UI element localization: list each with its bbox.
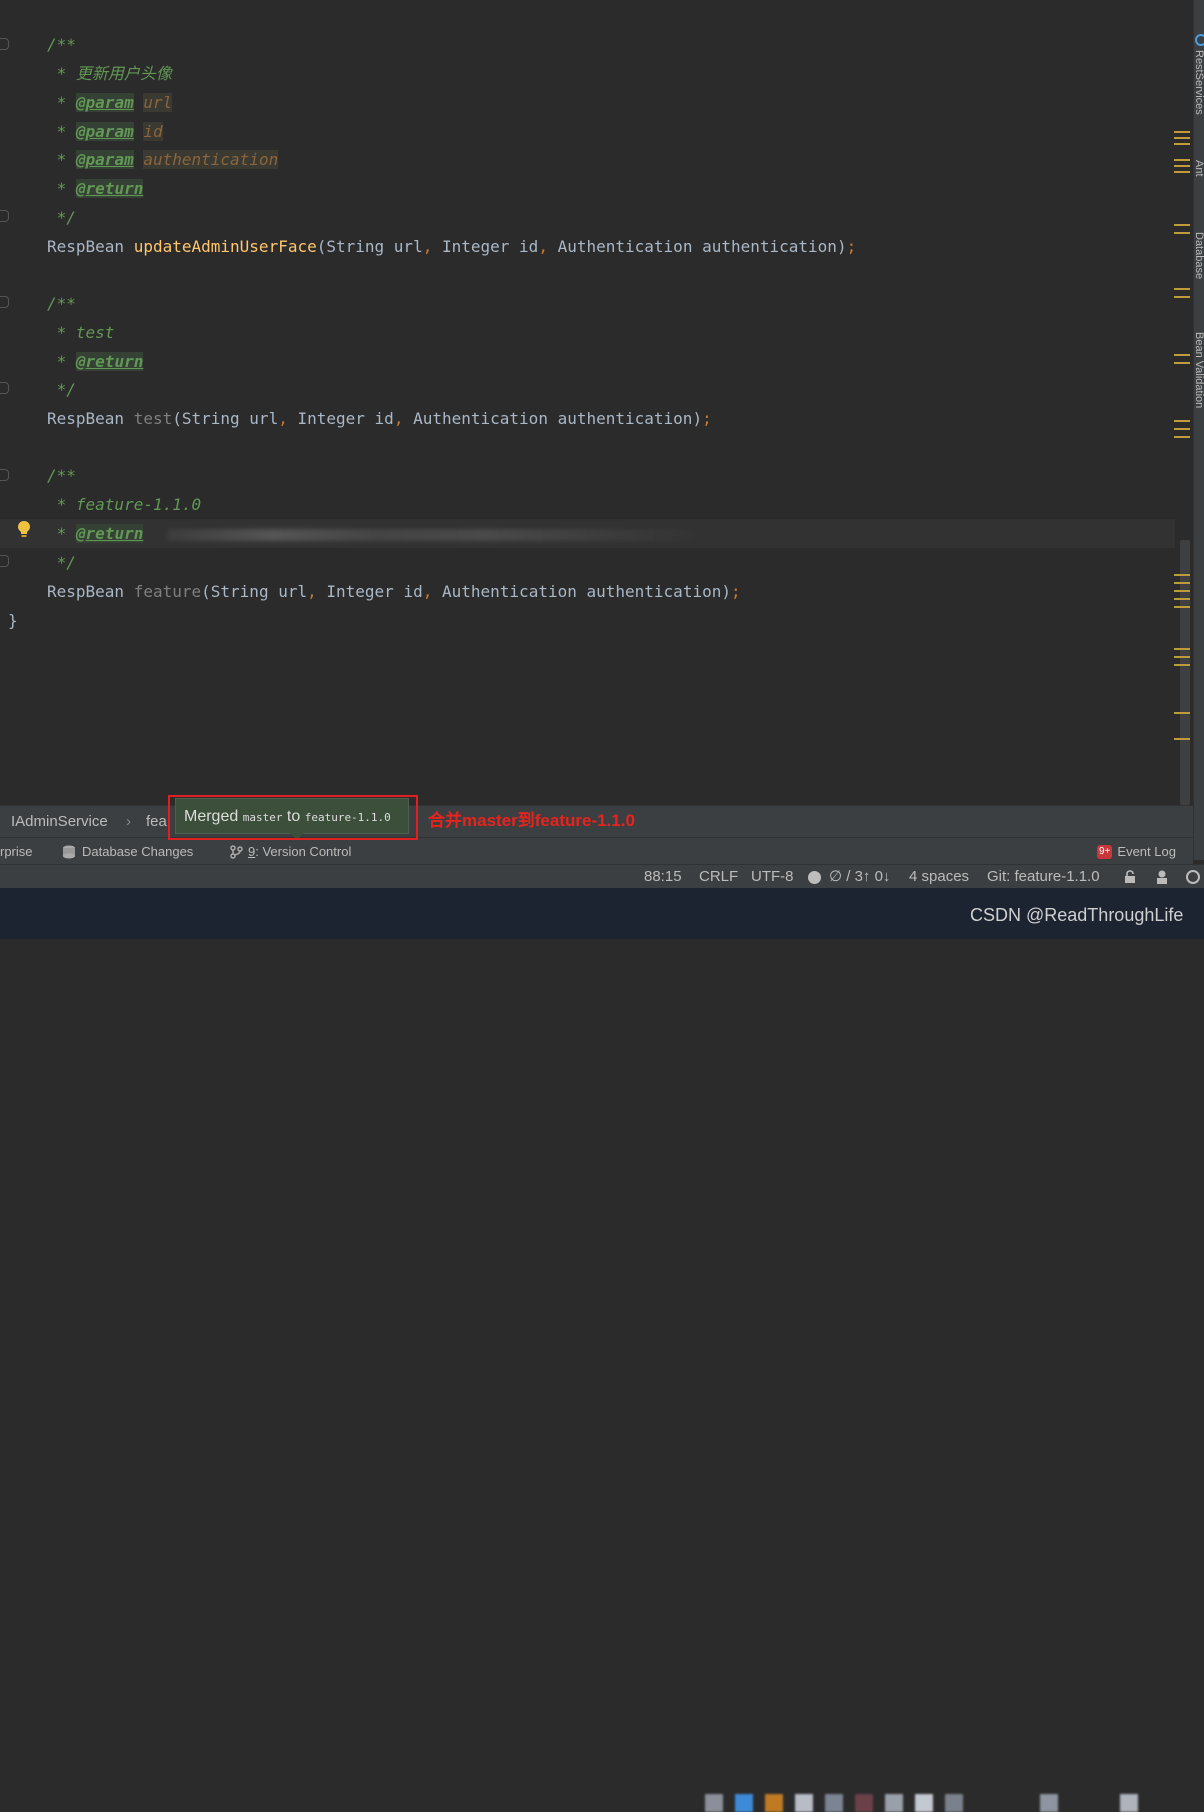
- code-line: * 更新用户头像: [47, 64, 172, 83]
- code-line: /**: [47, 294, 76, 313]
- warning-marker[interactable]: [1174, 362, 1190, 364]
- branch-icon: [230, 844, 243, 859]
- taskbar-app-icon[interactable]: [765, 1794, 783, 1812]
- warning-marker[interactable]: [1174, 428, 1190, 430]
- code-line: */: [47, 208, 76, 227]
- warning-marker[interactable]: [1174, 131, 1190, 133]
- warning-marker[interactable]: [1174, 296, 1190, 298]
- scrollbar-thumb[interactable]: [1180, 540, 1190, 805]
- code-line: * @return: [47, 519, 698, 548]
- warning-marker[interactable]: [1174, 171, 1190, 173]
- code-editor[interactable]: /** * 更新用户头像 * @param url * @param id * …: [0, 0, 1175, 805]
- lock-icon[interactable]: [1123, 870, 1137, 884]
- warning-marker[interactable]: [1174, 288, 1190, 290]
- code-line: * feature-1.1.0: [47, 495, 202, 514]
- lightbulb-icon[interactable]: [17, 520, 31, 538]
- memory-indicator-icon[interactable]: [1185, 869, 1201, 885]
- event-log-badge: 9+: [1097, 844, 1113, 859]
- taskbar-app-icon[interactable]: [855, 1794, 873, 1812]
- warning-marker[interactable]: [1174, 590, 1190, 592]
- closing-brace: }: [8, 611, 18, 630]
- code-line: */: [47, 553, 76, 572]
- tab-bean-validation[interactable]: Bean Validation: [1194, 332, 1204, 408]
- fold-marker[interactable]: [0, 555, 9, 567]
- code-line: * @param id: [47, 122, 163, 141]
- warning-marker[interactable]: [1174, 143, 1190, 145]
- vcs-counts[interactable]: ∅ / 3↑ 0↓: [829, 865, 890, 889]
- method-declaration: RespBean feature(String url, Integer id,…: [47, 582, 741, 601]
- file-encoding[interactable]: UTF-8: [751, 865, 794, 889]
- warning-marker[interactable]: [1174, 574, 1190, 576]
- warning-marker[interactable]: [1174, 598, 1190, 600]
- annotation-text: 合并master到feature-1.1.0: [428, 811, 635, 830]
- code-line: * @return: [47, 179, 144, 198]
- event-log-button[interactable]: 9+ Event Log: [1097, 838, 1176, 865]
- watermark: CSDN @ReadThroughLife: [970, 905, 1184, 925]
- blurred-inlay-hint: [167, 528, 698, 541]
- vcs-status-icon: [808, 871, 821, 884]
- indent-setting[interactable]: 4 spaces: [909, 865, 969, 889]
- warning-marker[interactable]: [1174, 648, 1190, 650]
- taskbar-app-icon[interactable]: [735, 1794, 753, 1812]
- warning-marker[interactable]: [1174, 656, 1190, 658]
- fold-marker[interactable]: [0, 38, 9, 50]
- warning-marker[interactable]: [1174, 165, 1190, 167]
- breadcrumb-item[interactable]: fea: [146, 806, 167, 838]
- version-control-label: 9: Version Control: [248, 844, 352, 859]
- highlight-box: [168, 795, 418, 840]
- code-line: * @param url: [47, 93, 173, 112]
- taskbar-app-icon[interactable]: [825, 1794, 843, 1812]
- warning-marker[interactable]: [1174, 137, 1190, 139]
- rest-services-icon[interactable]: [1195, 34, 1204, 46]
- tab-ant[interactable]: Ant: [1194, 160, 1204, 177]
- right-tool-strip: RestServices Ant Database Bean Validatio…: [1193, 0, 1204, 860]
- warning-marker[interactable]: [1174, 420, 1190, 422]
- line-separator[interactable]: CRLF: [699, 865, 738, 889]
- tab-rest-services[interactable]: RestServices: [1194, 50, 1204, 115]
- code-line: /**: [47, 35, 76, 54]
- taskbar-app-icon[interactable]: [1040, 1794, 1058, 1812]
- code-line: * @param authentication: [47, 150, 279, 169]
- warning-marker[interactable]: [1174, 738, 1190, 740]
- code-line: */: [47, 380, 76, 399]
- fold-marker[interactable]: [0, 210, 9, 222]
- method-declaration: RespBean test(String url, Integer id, Au…: [47, 409, 712, 428]
- caret-position[interactable]: 88:15: [644, 865, 682, 889]
- code-line: * test: [47, 323, 115, 342]
- warning-marker[interactable]: [1174, 159, 1190, 161]
- tool-window-bar: rprise Database Changes 9: Version Contr…: [0, 837, 1193, 865]
- version-control-button[interactable]: 9: Version Control: [230, 838, 351, 865]
- database-changes-label: Database Changes: [82, 844, 194, 859]
- database-changes-button[interactable]: Database Changes: [62, 838, 193, 865]
- fold-marker[interactable]: [0, 296, 9, 308]
- taskbar-app-icon[interactable]: [885, 1794, 903, 1812]
- warning-marker[interactable]: [1174, 664, 1190, 666]
- taskbar-app-icon[interactable]: [705, 1794, 723, 1812]
- taskbar-app-icon[interactable]: [1120, 1794, 1138, 1812]
- tab-database[interactable]: Database: [1194, 232, 1204, 279]
- warning-marker[interactable]: [1174, 354, 1190, 356]
- warning-marker[interactable]: [1174, 582, 1190, 584]
- fold-marker[interactable]: [0, 469, 9, 481]
- warning-marker[interactable]: [1174, 224, 1190, 226]
- method-declaration: RespBean updateAdminUserFace(String url,…: [47, 237, 857, 256]
- status-bar: 88:15 CRLF UTF-8 ∅ / 3↑ 0↓ 4 spaces Git:…: [0, 864, 1204, 889]
- database-icon: [63, 845, 75, 858]
- event-log-label: Event Log: [1117, 844, 1176, 859]
- taskbar-app-icon[interactable]: [795, 1794, 813, 1812]
- inspector-icon[interactable]: [1154, 869, 1170, 885]
- code-line: /**: [47, 466, 76, 485]
- warning-marker[interactable]: [1174, 436, 1190, 438]
- fold-marker[interactable]: [0, 382, 9, 394]
- git-branch[interactable]: Git: feature-1.1.0: [987, 865, 1100, 889]
- taskbar-app-icon[interactable]: [945, 1794, 963, 1812]
- warning-marker[interactable]: [1174, 712, 1190, 714]
- code-line: * @return: [47, 352, 144, 371]
- taskbar-app-icon[interactable]: [915, 1794, 933, 1812]
- warning-marker[interactable]: [1174, 606, 1190, 608]
- chevron-right-icon: ›: [126, 813, 131, 830]
- warning-marker[interactable]: [1174, 232, 1190, 234]
- breadcrumb-item[interactable]: IAdminService: [11, 806, 108, 838]
- tool-window-partial[interactable]: rprise: [0, 838, 33, 865]
